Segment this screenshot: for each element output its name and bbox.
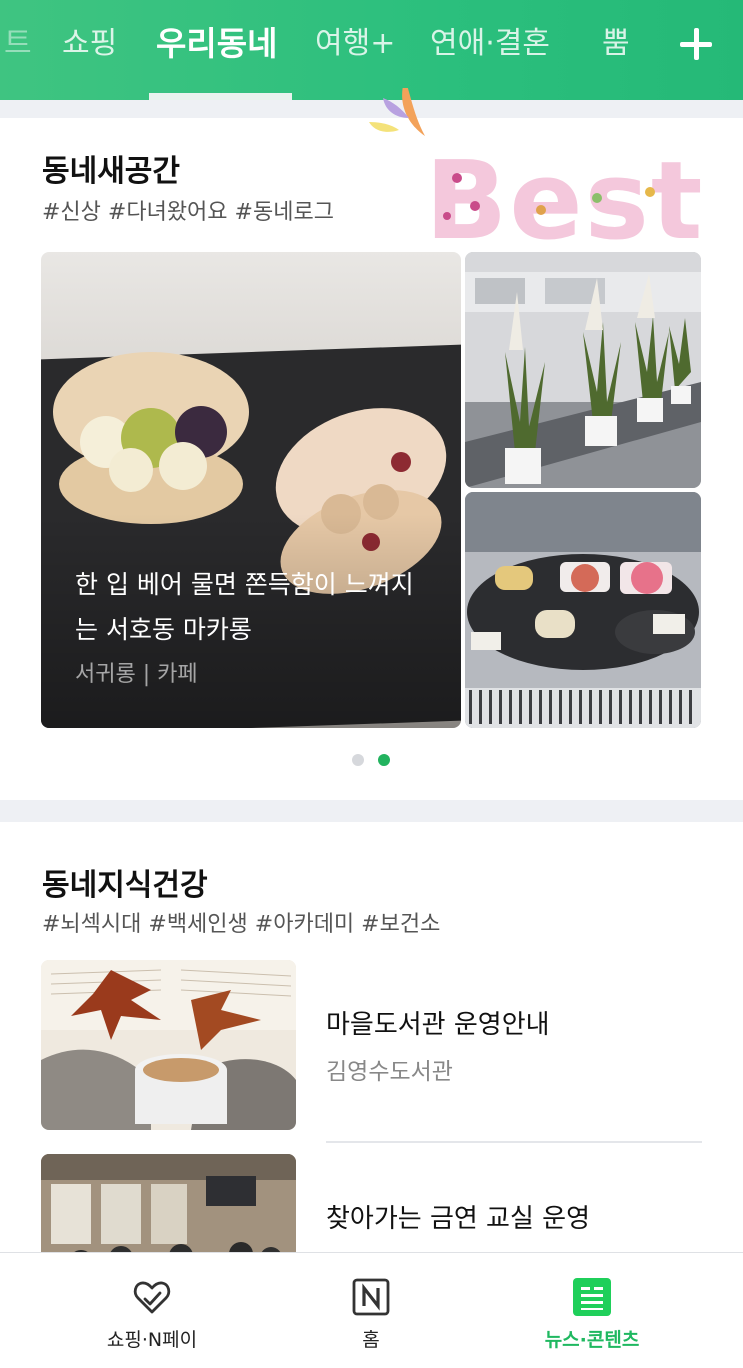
side-image-display-case[interactable]: [465, 492, 701, 728]
nav-home[interactable]: 홈: [271, 1253, 471, 1368]
tab-neighborhood[interactable]: 우리동네: [156, 22, 277, 66]
news-icon: [573, 1278, 611, 1316]
best-sticker: Best: [369, 88, 705, 267]
tab-dating-marriage[interactable]: 연애·결혼: [430, 22, 550, 66]
divider: [326, 1141, 702, 1143]
tab-shopping[interactable]: 쇼핑: [62, 22, 117, 66]
nav-label: 뉴스·콘텐츠: [544, 1329, 640, 1351]
section-knowledge-health: 동네지식건강 #뇌섹시대 #백세인생 #아카데미 #보건소 마을도서관 운영안내…: [0, 822, 743, 1274]
feature-card[interactable]: 한 입 베어 물면 쫀득함이 느껴지는 서호동 마카롱 서귀롱 | 카페: [41, 252, 461, 728]
nav-label: 쇼핑·N페이: [106, 1329, 198, 1351]
list-item-title[interactable]: 마을도서관 운영안내: [326, 1004, 550, 1041]
feature-meta: 서귀롱 | 카페: [75, 662, 198, 687]
nav-shopping-npay[interactable]: 쇼핑·N페이: [52, 1253, 252, 1368]
plus-icon[interactable]: [676, 24, 716, 64]
active-tab-indicator: [149, 93, 292, 100]
tab-travel[interactable]: 여행+: [315, 22, 395, 66]
tab-ppum[interactable]: 뿜: [602, 22, 630, 66]
carousel-dot[interactable]: [352, 754, 364, 766]
section-tags: #신상 #다녀왔어요 #동네로그: [42, 200, 334, 225]
nav-label: 홈: [362, 1329, 380, 1351]
best-sticker-text: Best: [425, 139, 704, 264]
side-image-plants[interactable]: [465, 252, 701, 488]
section-title: 동네새공간: [42, 154, 180, 189]
list-item-source: 김영수도서관: [326, 1059, 453, 1085]
n-logo-icon: [352, 1278, 390, 1316]
heart-check-icon: [133, 1281, 171, 1314]
carousel-dot-active[interactable]: [378, 754, 390, 766]
tab-partial[interactable]: 트: [4, 22, 32, 66]
section-title: 동네지식건강: [42, 868, 208, 903]
list-item-title[interactable]: 찾아가는 금연 교실 운영: [326, 1198, 590, 1235]
list-thumbnail[interactable]: [41, 960, 296, 1130]
section-tags: #뇌섹시대 #백세인생 #아카데미 #보건소: [42, 912, 441, 937]
feature-caption: 한 입 베어 물면 쫀득함이 느껴지는 서호동 마카롱: [75, 570, 414, 644]
top-tab-bar: 트 쇼핑 우리동네 여행+ 연애·결혼 뿜: [0, 0, 743, 100]
nav-news-contents[interactable]: 뉴스·콘텐츠: [492, 1253, 692, 1368]
section-new-spaces: 동네새공간 #신상 #다녀왔어요 #동네로그 Best 한 입 베어 물면 쫀득…: [0, 88, 743, 800]
bottom-navigation: 쇼핑·N페이 홈 뉴스·콘텐츠: [0, 1252, 743, 1368]
